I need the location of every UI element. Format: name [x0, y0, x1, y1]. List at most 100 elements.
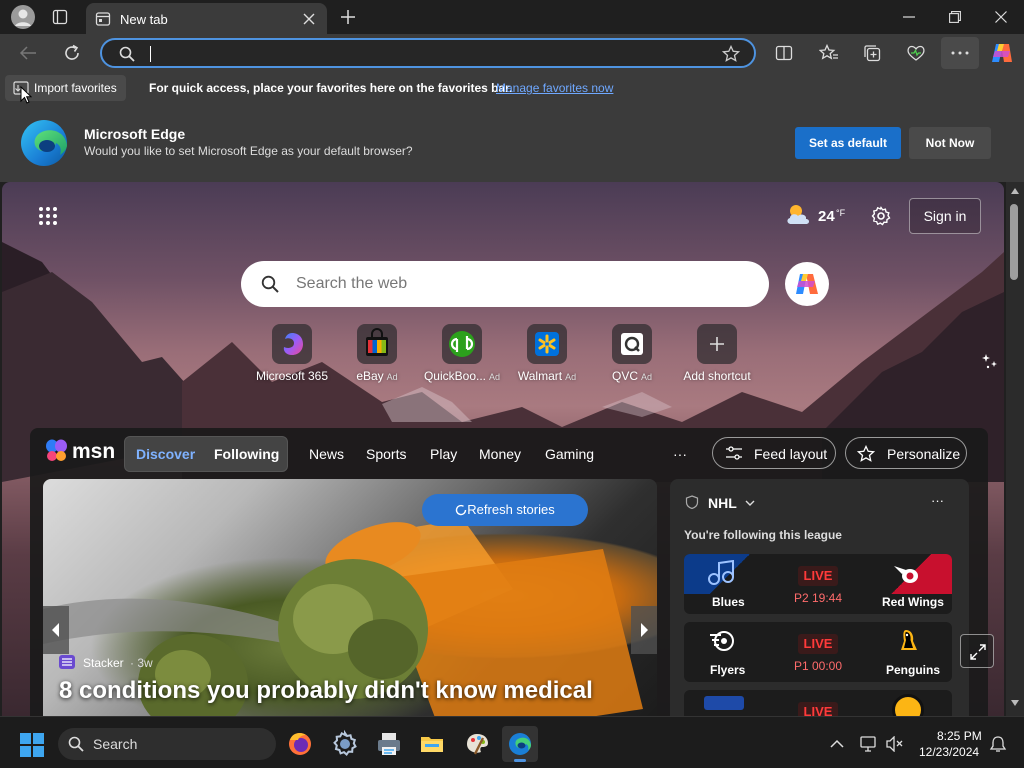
- taskbar-search[interactable]: Search: [58, 728, 276, 760]
- not-now-button[interactable]: Not Now: [909, 127, 991, 159]
- taskbar-date[interactable]: 12/23/2024: [919, 745, 979, 759]
- set-as-default-button[interactable]: Set as default: [795, 127, 901, 159]
- text-caret: [150, 46, 151, 62]
- apps-launcher-icon[interactable]: [38, 206, 58, 226]
- quick-link-walmart[interactable]: Walmart Ad: [504, 324, 590, 383]
- walmart-icon: [527, 324, 567, 364]
- favorites-icon[interactable]: [819, 44, 839, 62]
- profile-avatar[interactable]: [11, 5, 35, 29]
- chevron-up-icon[interactable]: [830, 739, 844, 748]
- nhl-more-button[interactable]: ···: [931, 493, 944, 508]
- game-row[interactable]: Flyers LIVE P1 00:00 Penguins: [684, 622, 952, 682]
- speaker-muted-icon[interactable]: [886, 736, 904, 752]
- quick-link-quickbooks[interactable]: QuickBoo... Ad: [419, 324, 505, 383]
- quick-link-microsoft-365[interactable]: Microsoft 365: [249, 324, 335, 383]
- away-team-name: Red Wings: [882, 595, 944, 609]
- nhl-shield-icon: [685, 495, 699, 509]
- expand-feed-button[interactable]: [960, 634, 994, 668]
- feed-layout-button[interactable]: Feed layout: [712, 437, 836, 469]
- refresh-stories-button[interactable]: Refresh stories: [422, 494, 588, 526]
- refresh-icon: [455, 504, 467, 516]
- sign-in-button[interactable]: Sign in: [909, 198, 981, 234]
- copilot-search-button[interactable]: [785, 262, 829, 306]
- banner-title: Microsoft Edge: [84, 126, 186, 142]
- network-icon[interactable]: [860, 736, 878, 752]
- back-arrow-icon[interactable]: [19, 45, 37, 61]
- paint-taskbar-icon[interactable]: [459, 726, 495, 762]
- close-window-icon[interactable]: [995, 11, 1007, 23]
- file-explorer-taskbar-icon[interactable]: [414, 726, 450, 762]
- nav-news[interactable]: News: [309, 446, 344, 462]
- windows-start-icon[interactable]: [20, 733, 44, 757]
- address-bar[interactable]: [100, 38, 756, 68]
- hero-headline[interactable]: 8 conditions you probably didn't know me…: [59, 677, 593, 705]
- bruins-logo-icon: [892, 694, 924, 716]
- page-scrollbar[interactable]: [1006, 182, 1024, 716]
- quick-link-qvc[interactable]: QVC Ad: [589, 324, 675, 383]
- nav-more-button[interactable]: ···: [673, 446, 687, 462]
- tab-actions-icon[interactable]: [52, 9, 68, 25]
- game-row[interactable]: LIVE: [684, 690, 952, 716]
- home-team-name: Flyers: [710, 663, 746, 677]
- personalize-star-icon: [857, 445, 875, 462]
- feed-layout-sliders-icon: [726, 446, 742, 460]
- nhl-title[interactable]: NHL: [708, 495, 737, 511]
- weather-unit: °F: [836, 208, 846, 218]
- notification-bell-icon[interactable]: [989, 735, 1007, 753]
- new-tab-page: 24 °F Sign in Search the web Microsoft 3…: [2, 182, 1004, 716]
- game-row[interactable]: Blues LIVE P2 19:44 Red Wings: [684, 554, 952, 614]
- restore-icon[interactable]: [949, 11, 961, 23]
- edge-taskbar-icon[interactable]: [502, 726, 538, 762]
- scroll-down-arrow-icon[interactable]: [1011, 700, 1019, 706]
- weather-icon[interactable]: [785, 202, 813, 226]
- collections-icon[interactable]: [863, 44, 881, 62]
- scroll-up-arrow-icon[interactable]: [1011, 188, 1019, 194]
- quick-link-add-shortcut[interactable]: Add shortcut: [674, 324, 760, 383]
- nav-play[interactable]: Play: [430, 446, 457, 462]
- browser-essentials-icon[interactable]: [906, 44, 926, 62]
- nav-money[interactable]: Money: [479, 446, 521, 462]
- search-icon: [119, 46, 135, 62]
- nav-gaming[interactable]: Gaming: [545, 446, 594, 462]
- manage-favorites-link[interactable]: Manage favorites now: [496, 81, 613, 95]
- nhl-subtitle: You're following this league: [684, 528, 842, 542]
- live-badge: LIVE: [798, 702, 838, 716]
- blues-logo-icon: [706, 560, 736, 586]
- new-tab-plus-icon[interactable]: [340, 9, 356, 25]
- page-settings-gear-icon[interactable]: [871, 206, 891, 226]
- taskbar-time[interactable]: 8:25 PM: [937, 729, 982, 743]
- hero-next-button[interactable]: [631, 606, 657, 654]
- close-tab-icon[interactable]: [303, 13, 315, 25]
- tab-following[interactable]: Following: [214, 446, 279, 462]
- settings-taskbar-icon[interactable]: [327, 726, 363, 762]
- split-screen-icon[interactable]: [775, 44, 793, 62]
- printer-taskbar-icon[interactable]: [371, 726, 407, 762]
- personalize-button[interactable]: Personalize: [845, 437, 967, 469]
- tab-new-tab[interactable]: New tab: [86, 3, 327, 34]
- minimize-icon[interactable]: [903, 16, 915, 18]
- settings-and-more-button[interactable]: [941, 37, 979, 69]
- msn-logo-text[interactable]: msn: [72, 440, 115, 464]
- web-search-box[interactable]: Search the web: [241, 261, 769, 307]
- penguins-logo-icon: [894, 626, 924, 656]
- personalize-label: Personalize: [887, 446, 961, 462]
- firefox-taskbar-icon[interactable]: [282, 726, 318, 762]
- refresh-icon[interactable]: [63, 44, 81, 62]
- tab-discover[interactable]: Discover: [136, 446, 195, 462]
- msn-feed: msn Discover Following News Sports Play …: [30, 428, 988, 716]
- live-badge: LIVE: [798, 634, 838, 654]
- hero-story-card[interactable]: Refresh stories Stacker · 3w 8 condition…: [43, 479, 657, 716]
- ad-label: Ad: [565, 372, 577, 382]
- import-favorites-label: Import favorites: [34, 81, 117, 95]
- favorite-star-icon[interactable]: [722, 45, 740, 63]
- copilot-icon[interactable]: [990, 42, 1014, 64]
- nav-sports[interactable]: Sports: [366, 446, 406, 462]
- sparkle-icon[interactable]: [980, 352, 1000, 372]
- hero-prev-button[interactable]: [43, 606, 69, 654]
- quick-link-label: Microsoft 365: [255, 369, 329, 383]
- weather-temperature[interactable]: 24: [818, 208, 835, 225]
- capitals-logo-icon: [704, 696, 744, 710]
- quick-link-ebay[interactable]: eBay Ad: [334, 324, 420, 383]
- chevron-down-icon[interactable]: [745, 500, 755, 506]
- scrollbar-thumb[interactable]: [1010, 204, 1018, 280]
